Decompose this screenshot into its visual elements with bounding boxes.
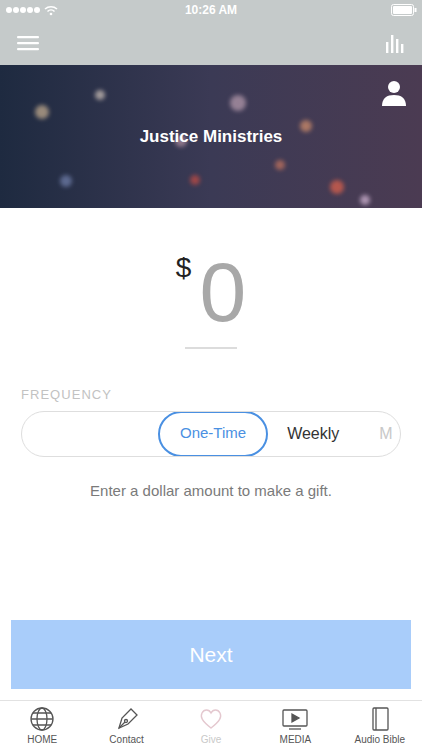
tab-item[interactable]: HOME: [0, 701, 84, 750]
book-icon: [367, 706, 393, 733]
amount-underline: [185, 347, 237, 349]
bokeh-light: [230, 95, 246, 111]
bokeh-light: [95, 90, 105, 100]
top-bar: 10:26 AM: [0, 0, 422, 65]
battery-icon: [353, 4, 417, 16]
bokeh-light: [330, 180, 344, 194]
media-icon: [281, 706, 309, 733]
frequency-label: FREQUENCY: [0, 385, 422, 405]
bokeh-light: [360, 195, 370, 205]
bokeh-light: [190, 175, 200, 185]
frequency-option[interactable]: Weekly: [268, 422, 358, 446]
tab-item[interactable]: Give: [169, 701, 253, 750]
amount-value: 0: [199, 250, 246, 334]
frequency-option[interactable]: One-Time: [158, 411, 268, 457]
status-time: 10:26 AM: [185, 1, 237, 19]
nav-bar: [0, 20, 422, 65]
bokeh-light: [300, 120, 312, 132]
amount-display[interactable]: $0: [0, 250, 422, 330]
header-title: Justice Ministries: [140, 124, 283, 150]
globe-icon: [29, 706, 55, 733]
next-button[interactable]: Next: [11, 620, 411, 689]
heart-icon: [198, 706, 224, 733]
signal-icon: [5, 4, 69, 16]
gift-form: $0 FREQUENCY One-TimeWeeklyM Enter a dollar…: [0, 208, 422, 700]
chart-icon[interactable]: [385, 33, 405, 53]
profile-icon[interactable]: [380, 79, 408, 107]
tab-item[interactable]: Audio Bible: [338, 701, 422, 750]
banner-image: Justice Ministries: [0, 65, 422, 208]
tab-label: Audio Bible: [355, 734, 406, 746]
tab-label: Contact: [109, 734, 143, 746]
bokeh-light: [275, 160, 285, 170]
tab-item[interactable]: Contact: [84, 701, 168, 750]
tab-label: Give: [201, 734, 222, 746]
status-bar: 10:26 AM: [0, 0, 422, 20]
gift-hint: Enter a dollar amount to make a gift.: [0, 480, 422, 503]
bokeh-light: [60, 175, 72, 187]
tab-item[interactable]: MEDIA: [253, 701, 337, 750]
menu-icon[interactable]: [17, 35, 39, 51]
bokeh-light: [35, 105, 49, 119]
frequency-selector: One-TimeWeeklyM: [21, 411, 401, 457]
currency-symbol: $: [176, 254, 192, 282]
tab-bar: HOME Contact Give MEDIA Audio Bible: [0, 700, 422, 750]
frequency-option[interactable]: M: [360, 422, 401, 446]
tab-label: HOME: [27, 734, 57, 746]
tab-label: MEDIA: [280, 734, 312, 746]
pen-icon: [114, 706, 140, 733]
